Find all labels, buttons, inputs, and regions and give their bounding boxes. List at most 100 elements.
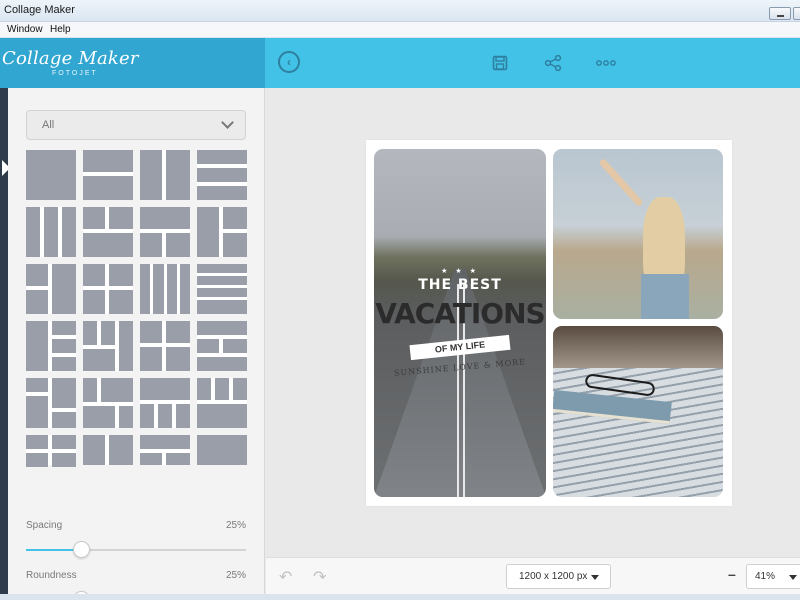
overlay-stars: ★ ★ ★ <box>441 268 479 275</box>
roundness-value: 25% <box>226 570 247 581</box>
undo-icon[interactable]: ↶ <box>279 567 292 587</box>
layout-cell <box>158 404 172 428</box>
canvas-size-select[interactable]: 1200 x 1200 px <box>506 564 611 589</box>
overlay-vacations: VACATIONS <box>375 297 545 330</box>
layout-cell <box>197 288 247 297</box>
layout-cell <box>223 233 247 257</box>
photo-book[interactable] <box>553 326 723 497</box>
layout-cell <box>153 264 164 314</box>
layout-option[interactable] <box>26 321 76 371</box>
spacing-slider-thumb[interactable] <box>73 541 90 558</box>
layout-option[interactable] <box>140 207 190 257</box>
share-icon[interactable] <box>541 51 565 75</box>
layout-cell <box>223 207 247 229</box>
layout-option[interactable] <box>26 207 76 257</box>
collage-canvas[interactable]: ★ ★ ★ THE BEST VACATIONS OF MY LIFE SUNS… <box>366 140 732 506</box>
menu-help[interactable]: Help <box>50 24 71 35</box>
layout-option[interactable] <box>197 435 247 465</box>
maximize-button[interactable] <box>793 7 800 20</box>
layout-option[interactable] <box>197 321 247 371</box>
layout-cell <box>140 233 162 257</box>
layout-option[interactable] <box>140 150 190 200</box>
menu-window[interactable]: Window <box>7 24 43 35</box>
layout-cell <box>197 276 247 285</box>
layout-cell <box>197 168 247 182</box>
photo-road[interactable]: ★ ★ ★ THE BEST VACATIONS OF MY LIFE SUNS… <box>374 149 546 497</box>
layout-cell <box>101 321 115 345</box>
zoom-select[interactable]: 41% <box>746 564 800 589</box>
layout-cell <box>52 453 76 467</box>
layout-option[interactable] <box>83 207 133 257</box>
layout-option[interactable] <box>197 378 247 428</box>
caret-down-icon <box>591 575 599 580</box>
layout-cell <box>176 404 190 428</box>
layout-cell <box>83 207 105 229</box>
redo-icon[interactable]: ↷ <box>313 567 326 587</box>
layout-option[interactable] <box>140 435 190 465</box>
layout-option[interactable] <box>140 321 190 371</box>
layout-cell <box>62 207 76 257</box>
layout-cell <box>83 290 105 314</box>
photo-detail-arm <box>598 157 644 208</box>
layout-cell <box>140 404 154 428</box>
spacing-value: 25% <box>226 520 247 531</box>
layout-option[interactable] <box>26 150 76 200</box>
layout-cell <box>119 406 133 428</box>
layout-filter-dropdown[interactable]: All <box>26 110 246 140</box>
layout-cell <box>26 321 48 371</box>
layout-cell <box>167 264 177 314</box>
layout-cell <box>83 264 105 286</box>
layout-cell <box>109 207 133 229</box>
photo-girl[interactable] <box>553 149 723 319</box>
back-icon[interactable]: ‹ <box>278 51 300 73</box>
layout-option[interactable] <box>197 207 247 257</box>
more-icon[interactable] <box>594 51 618 75</box>
zoom-out-icon[interactable]: – <box>728 566 736 582</box>
layout-cell <box>52 435 76 449</box>
save-icon[interactable] <box>488 51 512 75</box>
photo-detail-book <box>553 389 672 425</box>
layout-cell <box>166 347 190 371</box>
layout-cell <box>26 150 76 200</box>
layout-cell <box>166 453 190 465</box>
layout-cell <box>109 290 133 314</box>
layout-option[interactable] <box>83 150 133 200</box>
layout-cell <box>166 321 190 343</box>
layout-option[interactable] <box>83 264 133 314</box>
layout-cell <box>140 347 162 371</box>
layout-option[interactable] <box>26 264 76 314</box>
layout-option[interactable] <box>140 264 190 314</box>
layout-cell <box>109 264 133 286</box>
layout-cell <box>197 186 247 200</box>
layout-cell <box>166 233 190 257</box>
layout-cell <box>233 378 247 400</box>
layout-cell <box>83 378 97 402</box>
layout-option[interactable] <box>83 435 133 465</box>
layout-option[interactable] <box>26 378 76 428</box>
layout-cell <box>140 378 190 400</box>
minimize-button[interactable] <box>769 7 791 20</box>
window-bottom-edge <box>0 594 800 600</box>
layout-cell <box>223 339 247 353</box>
layout-option[interactable] <box>26 435 76 467</box>
layout-cell <box>197 404 247 428</box>
layout-option[interactable] <box>140 378 190 428</box>
layout-cell <box>215 378 229 400</box>
zoom-value: 41% <box>755 571 776 582</box>
layout-option[interactable] <box>197 150 247 200</box>
layout-cell <box>83 406 115 428</box>
layout-option[interactable] <box>197 264 247 314</box>
window-title: Collage Maker <box>4 4 75 16</box>
layout-cell <box>52 412 76 428</box>
app-logo: Collage Maker <box>2 48 139 69</box>
layout-cell <box>83 349 115 371</box>
layout-option[interactable] <box>83 378 133 428</box>
layout-cell <box>52 339 76 353</box>
spacing-slider[interactable] <box>26 541 246 558</box>
layout-panel: All Spacing 25% Roundness 25% <box>8 88 265 600</box>
photo-detail-dress <box>641 274 689 319</box>
layout-cell <box>26 396 48 428</box>
layout-option[interactable] <box>83 321 133 371</box>
layout-cell <box>26 378 48 392</box>
layout-cell <box>101 378 133 402</box>
